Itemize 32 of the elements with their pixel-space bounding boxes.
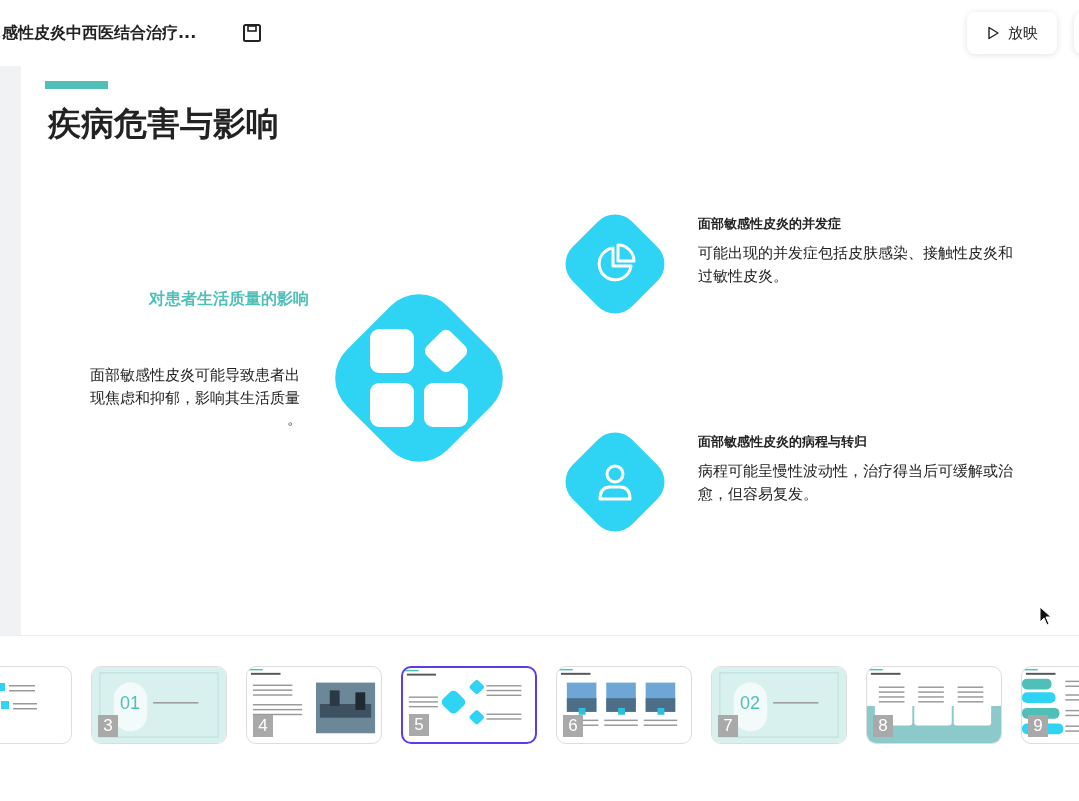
body-text: 。 [287, 410, 302, 429]
apps-icon [368, 327, 470, 429]
point-text: 可能出现的并发症包括皮肤感染、接触性皮炎和过敏性皮炎。 [698, 243, 1014, 287]
slide-thumbnail[interactable]: 5 [401, 666, 537, 744]
slide-number: 3 [98, 715, 118, 737]
point-heading: 面部敏感性皮炎的并发症 [698, 215, 841, 233]
cursor-icon [1039, 606, 1053, 626]
slide-thumbnail[interactable]: 01 3 [91, 666, 227, 744]
slide-number: 4 [253, 715, 273, 737]
section-number: 02 [740, 693, 761, 714]
slide-number: 9 [1028, 715, 1048, 737]
section-heading: 对患者生活质量的影响 [147, 289, 309, 310]
document-title: 感性皮炎中西医结合治疗... [2, 22, 197, 44]
point-text: 病程可能呈慢性波动性，治疗得当后可缓解或治愈，但容易复发。 [698, 461, 1014, 505]
slide-thumbnail[interactable]: 8 [866, 666, 1002, 744]
slide-number: 7 [718, 715, 738, 737]
slide-thumbnail[interactable]: 9 [1021, 666, 1079, 744]
play-icon [986, 26, 1000, 40]
slide-number: 5 [409, 714, 429, 736]
slide-thumbnail[interactable]: 6 [556, 666, 692, 744]
play-button[interactable]: 放映 [967, 12, 1057, 54]
slide-number: 8 [873, 715, 893, 737]
slide-number: 6 [563, 715, 583, 737]
slide-thumbnail[interactable]: 02 7 [711, 666, 847, 744]
section-number: 01 [120, 693, 141, 714]
accent-bar [45, 81, 108, 89]
body-text: 面部敏感性皮炎可能导致患者出现焦虑和抑郁，影响其生活质量 [90, 365, 301, 409]
slide-preview-drawing [0, 681, 37, 711]
point-heading: 面部敏感性皮炎的病程与转归 [698, 433, 867, 451]
slide-thumbnail[interactable]: 4 [246, 666, 382, 744]
slide-title: 疾病危害与影响 [48, 103, 279, 145]
save-icon[interactable] [242, 23, 263, 43]
